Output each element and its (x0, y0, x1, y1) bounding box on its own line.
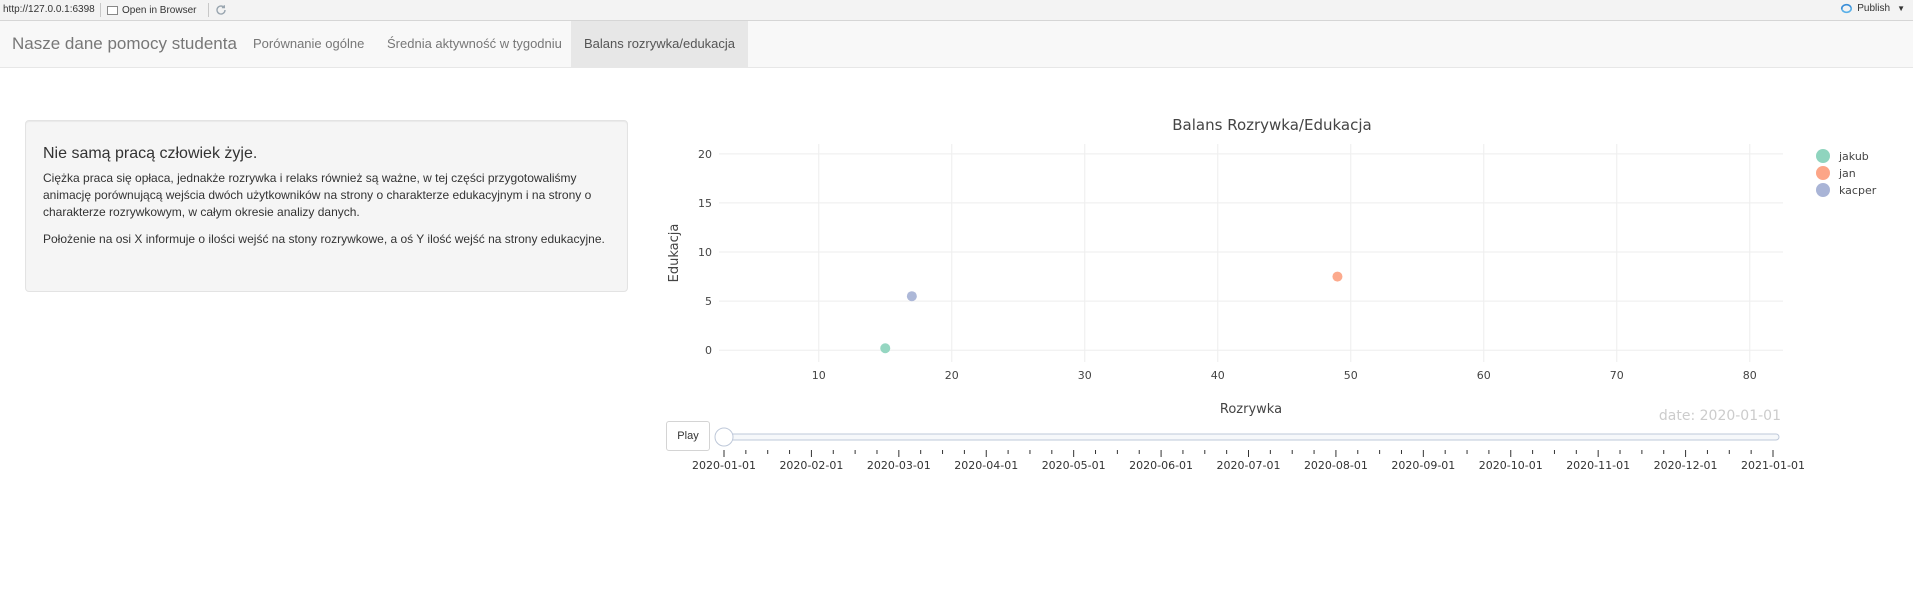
slider-tick-label: 2020-01-01 (692, 459, 756, 472)
x-axis-label: Rozrywka (1220, 402, 1282, 417)
y-tick-label: 5 (705, 295, 712, 308)
window-icon (107, 5, 118, 15)
slider-tick-label: 2020-06-01 (1129, 459, 1193, 472)
legend-label-kacper[interactable]: kacper (1839, 184, 1877, 197)
slider-tick-label: 2020-11-01 (1566, 459, 1630, 472)
slider-tick-label: 2020-02-01 (779, 459, 843, 472)
toolbar-divider (100, 3, 101, 17)
slider-handle[interactable] (714, 427, 734, 447)
legend-marker-jakub[interactable] (1816, 149, 1830, 163)
caret-down-icon[interactable]: ▼ (1897, 4, 1905, 13)
x-tick-label: 70 (1610, 369, 1624, 382)
x-tick-label: 40 (1211, 369, 1225, 382)
slider-tick-label: 2020-09-01 (1391, 459, 1455, 472)
navbar: Nasze dane pomocy studenta Porównanie og… (0, 21, 1913, 68)
panel-paragraph-1: Ciężka praca się opłaca, jednakże rozryw… (43, 171, 592, 219)
chart-title: Balans Rozrywka/Edukacja (1172, 116, 1371, 134)
slider-tick-label: 2021-01-01 (1741, 459, 1805, 472)
slider-tick-label: 2020-08-01 (1304, 459, 1368, 472)
tab-porownanie-ogolne[interactable]: Porównanie ogólne (240, 21, 377, 67)
data-point-jan[interactable] (1332, 271, 1343, 282)
app-brand[interactable]: Nasze dane pomocy studenta (12, 21, 237, 67)
x-tick-label: 10 (812, 369, 826, 382)
chart-svg: 10 20 30 40 50 60 70 80 0 5 10 15 20 Balans Rozrywka/… (667, 116, 1877, 472)
y-tick-label: 10 (698, 246, 712, 259)
slider-tick-label: 2020-12-01 (1654, 459, 1718, 472)
description-panel: Nie samą pracą człowiek żyje. Ciężka pra… (25, 120, 628, 292)
open-in-browser-label: Open in Browser (122, 4, 197, 16)
data-point-jakub[interactable] (880, 343, 891, 354)
slider-rail[interactable] (717, 433, 1780, 441)
slider-tick-label: 2020-07-01 (1217, 459, 1281, 472)
legend-label-jan[interactable]: jan (1838, 167, 1856, 180)
viewer-url[interactable]: http://127.0.0.1:6398 (3, 4, 95, 15)
x-tick-label: 50 (1344, 369, 1358, 382)
publish-label: Publish (1857, 3, 1891, 14)
y-tick-label: 15 (698, 197, 712, 210)
toolbar-divider (208, 3, 209, 17)
legend-marker-jan[interactable] (1816, 166, 1830, 180)
frame-date-label: date: 2020-01-01 (1659, 408, 1781, 424)
panel-paragraph-2: Położenie na osi X informuje o ilości we… (43, 232, 605, 246)
data-point-kacper[interactable] (906, 291, 917, 302)
tab-balans-rozrywka-edukacja[interactable]: Balans rozrywka/edukacja (571, 21, 749, 67)
y-tick-label: 0 (705, 344, 712, 357)
open-in-browser-button[interactable]: Open in Browser (107, 3, 196, 17)
refresh-icon[interactable] (214, 3, 228, 17)
legend-marker-kacper[interactable] (1816, 183, 1830, 197)
y-tick-label: 20 (698, 148, 712, 161)
publish-icon (1841, 3, 1853, 14)
panel-heading: Nie samą pracą człowiek żyje. (43, 145, 258, 162)
slider-tick-label: 2020-10-01 (1479, 459, 1543, 472)
y-axis-label: Edukacja (667, 224, 682, 283)
play-button[interactable]: Play (666, 421, 710, 451)
publish-button[interactable]: Publish ▼ (1840, 3, 1905, 14)
slider-tick-label: 2020-05-01 (1042, 459, 1106, 472)
x-tick-label: 80 (1743, 369, 1757, 382)
legend-label-jakub[interactable]: jakub (1838, 150, 1869, 163)
tab-srednia-aktywnosc[interactable]: Średnia aktywność w tygodniu (374, 21, 575, 67)
slider-tick-label: 2020-04-01 (954, 459, 1018, 472)
x-tick-label: 30 (1078, 369, 1092, 382)
slider-tick-label: 2020-03-01 (867, 459, 931, 472)
x-tick-label: 20 (945, 369, 959, 382)
x-tick-label: 60 (1477, 369, 1491, 382)
scatter-plot: 10 20 30 40 50 60 70 80 0 5 10 15 20 Balans Rozrywka/… (640, 100, 1913, 490)
viewer-toolbar: http://127.0.0.1:6398 Open in Browser Pu… (0, 0, 1913, 21)
